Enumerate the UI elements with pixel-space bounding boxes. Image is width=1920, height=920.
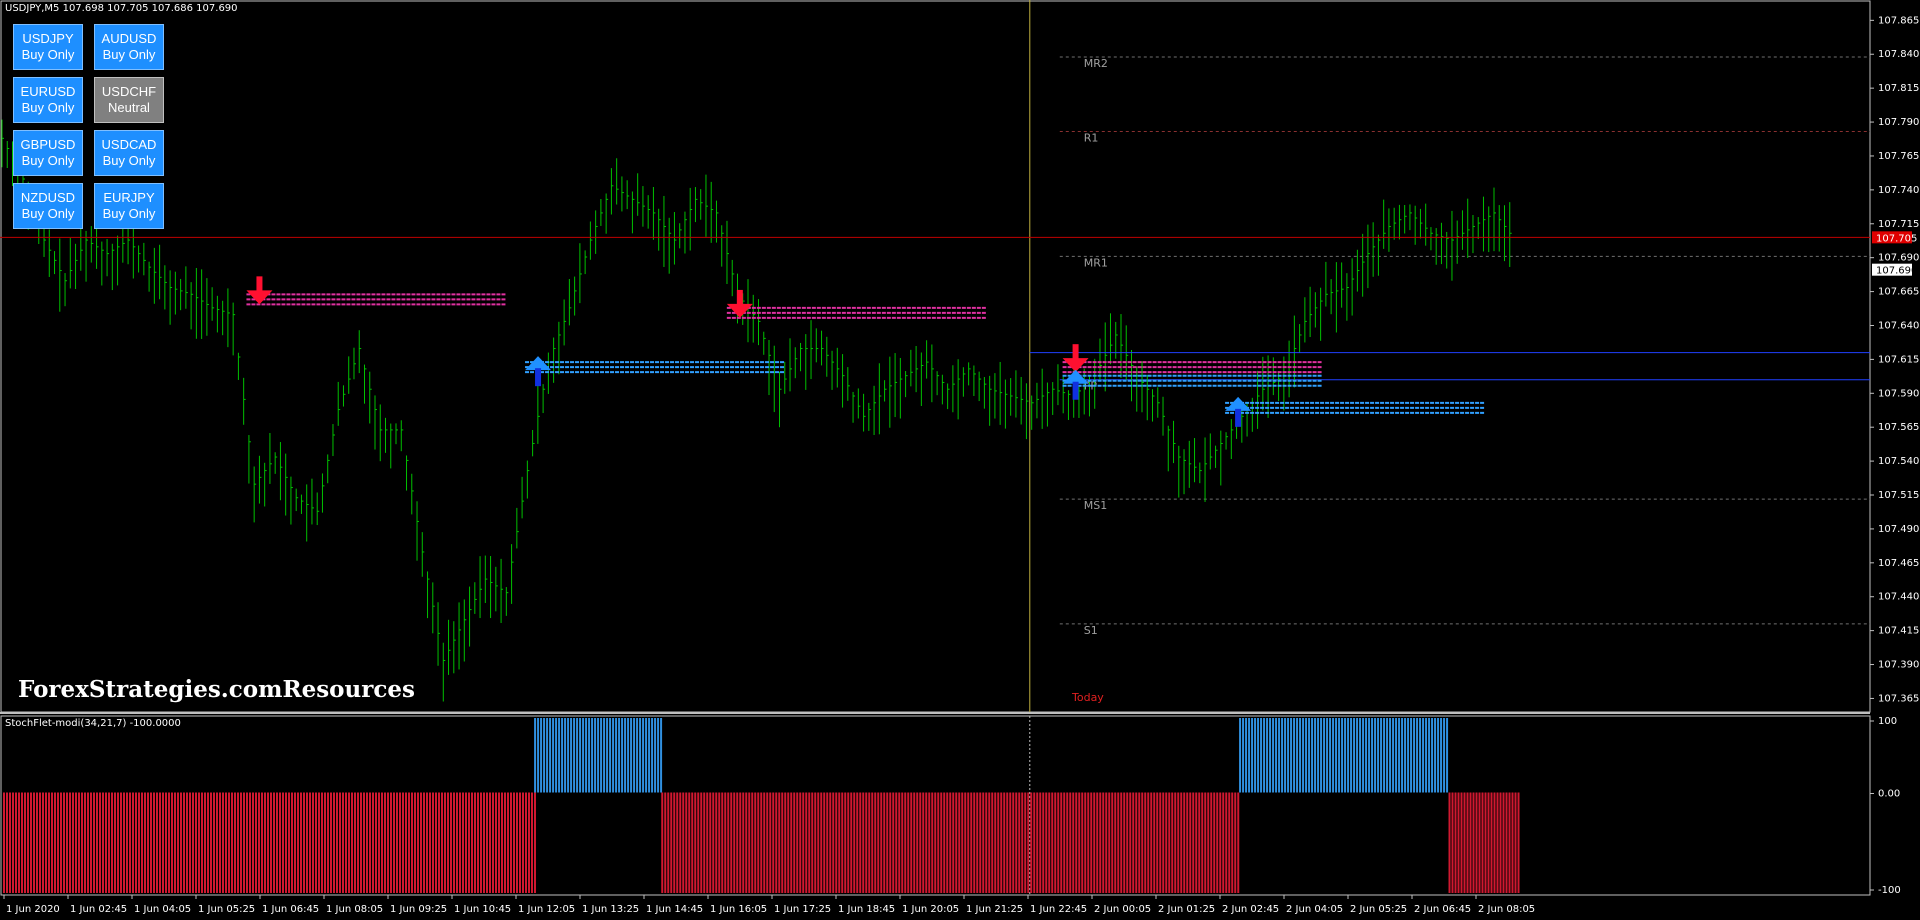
pair-label: EURJPY <box>103 190 155 205</box>
x-tick-label: 1 Jun 22:45 <box>1030 904 1087 915</box>
y-tick-label: 107.490 <box>1878 524 1919 535</box>
pair-mode: Buy Only <box>102 206 156 221</box>
x-tick-label: 2 Jun 05:25 <box>1350 904 1407 915</box>
ask-price-label: 107.690 <box>1876 266 1917 277</box>
indicator-title: StochFlet-modi(34,21,7) -100.0000 <box>5 718 181 729</box>
x-tick-label: 1 Jun 04:05 <box>134 904 191 915</box>
sell-arrow-stem <box>736 289 743 306</box>
pair-mode: Buy Only <box>102 153 156 168</box>
x-tick-label: 1 Jun 14:45 <box>646 904 703 915</box>
y-tick-label: 107.390 <box>1878 660 1919 671</box>
sell-arrow-stem <box>256 276 263 293</box>
x-tick-label: 1 Jun 18:45 <box>838 904 895 915</box>
sell-arrow <box>726 303 753 318</box>
y-tick-label: 107.840 <box>1878 49 1919 60</box>
x-tick-label: 1 Jun 12:05 <box>518 904 575 915</box>
x-tick-label: 2 Jun 04:05 <box>1286 904 1343 915</box>
pair-label: USDJPY <box>22 31 74 46</box>
y-tick-label: 107.640 <box>1878 320 1919 331</box>
y-tick-label: 107.765 <box>1878 151 1919 162</box>
y-tick-label: 107.365 <box>1878 693 1919 704</box>
indicator-tick-label: 0.00 <box>1878 789 1900 800</box>
x-tick-label: 1 Jun 05:25 <box>198 904 255 915</box>
y-tick-label: 107.690 <box>1878 253 1919 264</box>
pivot-label-mr1: MR1 <box>1084 256 1108 269</box>
pair-button-eurjpy[interactable]: EURJPY Buy Only <box>94 183 164 229</box>
y-tick-label: 107.565 <box>1878 422 1919 433</box>
candles <box>1 119 1512 702</box>
buy-arrow-stem <box>1072 381 1079 400</box>
x-tick-label: 1 Jun 06:45 <box>262 904 319 915</box>
pivot-label-mr2: MR2 <box>1084 57 1108 70</box>
pair-mode: Buy Only <box>102 47 156 62</box>
x-tick-label: 1 Jun 13:25 <box>582 904 639 915</box>
y-tick-label: 107.740 <box>1878 185 1919 196</box>
bid-price-label: 107.705 <box>1876 233 1917 244</box>
x-tick-label: 1 Jun 08:05 <box>326 904 383 915</box>
pair-button-eurusd[interactable]: EURUSD Buy Only <box>13 77 83 123</box>
pivot-label-s1: S1 <box>1084 624 1098 637</box>
pair-label: EURUSD <box>20 84 76 99</box>
x-tick-label: 1 Jun 02:45 <box>70 904 127 915</box>
y-tick-label: 107.615 <box>1878 354 1919 365</box>
price-chart[interactable]: 107.865 107.840 107.815 107.790 107.765 107.7… <box>0 0 1920 920</box>
x-tick-label: 1 Jun 17:25 <box>774 904 831 915</box>
x-tick-label: 1 Jun 20:05 <box>902 904 959 915</box>
symbol-info: USDJPY,M5 107.698 107.705 107.686 107.69… <box>5 3 238 14</box>
pair-label: NZDUSD <box>20 190 76 205</box>
pair-button-usdcad[interactable]: USDCAD Buy Only <box>94 130 164 176</box>
y-tick-label: 107.665 <box>1878 287 1919 298</box>
pair-button-usdchf[interactable]: USDCHF Neutral <box>94 77 164 123</box>
x-tick-label: 1 Jun 21:25 <box>966 904 1023 915</box>
x-tick-label: 2 Jun 01:25 <box>1158 904 1215 915</box>
buy-arrow-stem <box>1235 408 1242 427</box>
buy-arrow-stem <box>535 368 542 387</box>
indicator-tick-label: -100 <box>1878 885 1901 896</box>
y-tick-label: 107.515 <box>1878 490 1919 501</box>
x-tick-label: 1 Jun 09:25 <box>390 904 447 915</box>
y-tick-label: 107.540 <box>1878 456 1919 467</box>
pair-mode: Neutral <box>108 100 150 115</box>
pair-label: GBPUSD <box>20 137 76 152</box>
pair-mode: Buy Only <box>21 153 75 168</box>
x-tick-label: 1 Jun 16:05 <box>710 904 767 915</box>
pair-mode: Buy Only <box>21 47 75 62</box>
watermark: ForexStrategies.comResources <box>18 676 415 703</box>
indicator-histogram <box>3 718 1520 893</box>
pair-button-audusd[interactable]: AUDUSD Buy Only <box>94 24 164 70</box>
x-tick-label: 2 Jun 00:05 <box>1094 904 1151 915</box>
pair-label: USDCAD <box>101 137 157 152</box>
x-tick-label: 1 Jun 2020 <box>6 904 60 915</box>
pair-button-nzdusd[interactable]: NZDUSD Buy Only <box>13 183 83 229</box>
y-tick-label: 107.790 <box>1878 117 1919 128</box>
today-label: Today <box>1072 691 1104 704</box>
pivot-label-r1: R1 <box>1084 132 1099 145</box>
y-tick-label: 107.440 <box>1878 592 1919 603</box>
indicator-tick-label: 100 <box>1878 716 1897 727</box>
pair-mode: Buy Only <box>21 206 75 221</box>
main-frame <box>0 0 1871 713</box>
pair-label: USDCHF <box>101 84 157 99</box>
sell-arrow-stem <box>1072 344 1079 361</box>
y-tick-label: 107.590 <box>1878 388 1919 399</box>
pair-label: AUDUSD <box>101 31 157 46</box>
pair-button-gbpusd[interactable]: GBPUSD Buy Only <box>13 130 83 176</box>
y-tick-label: 107.415 <box>1878 626 1919 637</box>
y-tick-label: 107.465 <box>1878 558 1919 569</box>
x-tick-label: 1 Jun 10:45 <box>454 904 511 915</box>
pair-mode: Buy Only <box>21 100 75 115</box>
y-tick-label: 107.865 <box>1878 15 1919 26</box>
y-tick-label: 107.715 <box>1878 219 1919 230</box>
pivot-label-ms1: MS1 <box>1084 499 1107 512</box>
x-tick-label: 2 Jun 02:45 <box>1222 904 1279 915</box>
x-tick-label: 2 Jun 08:05 <box>1478 904 1535 915</box>
sell-arrow <box>246 290 273 305</box>
pair-button-usdjpy[interactable]: USDJPY Buy Only <box>13 24 83 70</box>
x-tick-label: 2 Jun 06:45 <box>1414 904 1471 915</box>
y-tick-label: 107.815 <box>1878 83 1919 94</box>
